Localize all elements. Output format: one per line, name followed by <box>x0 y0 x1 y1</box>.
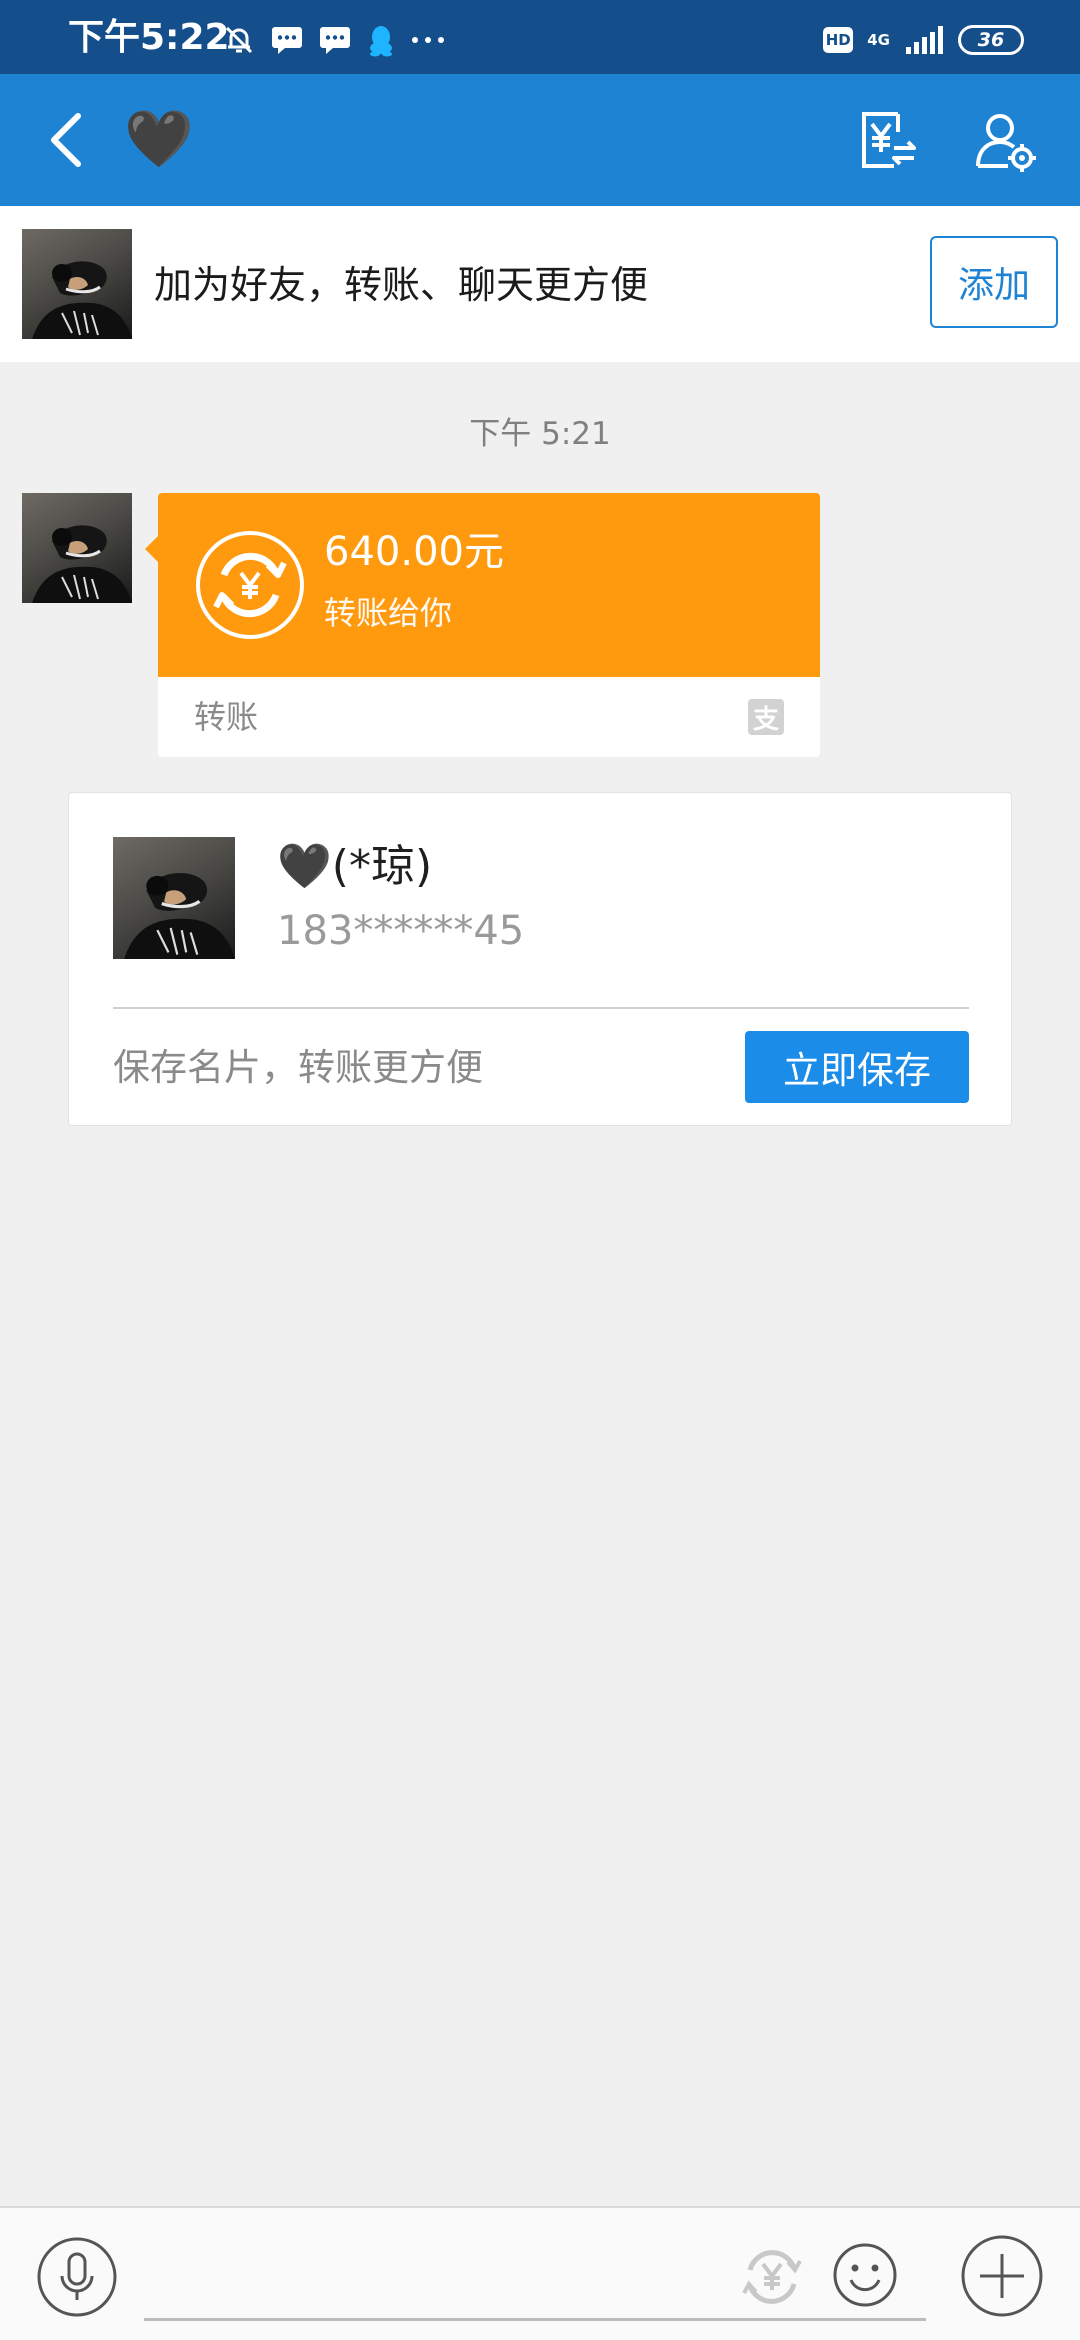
sender-avatar[interactable] <box>22 493 132 603</box>
muted-bell-icon <box>225 26 253 54</box>
contact-phone: 183******45 <box>277 908 525 954</box>
dog-photo-icon <box>32 261 132 339</box>
message-input[interactable] <box>144 2318 926 2321</box>
save-card-hint: 保存名片，转账更方便 <box>113 1046 483 1089</box>
alipay-icon: 支 <box>748 699 784 735</box>
transfer-amount: 640.00元 <box>324 529 504 575</box>
plus-icon[interactable] <box>960 2234 1044 2318</box>
microphone-icon[interactable] <box>36 2236 118 2318</box>
add-friend-prompt: 加为好友，转账、聊天更方便 <box>154 263 649 307</box>
battery-level: 36 <box>977 29 1005 51</box>
network-type: 4G <box>867 31 890 49</box>
status-time: 下午5:22 <box>68 17 230 58</box>
dog-photo-icon <box>32 525 132 603</box>
add-friend-button[interactable]: 添加 <box>930 236 1058 328</box>
avatar[interactable] <box>22 229 132 339</box>
input-bar <box>0 2206 1080 2340</box>
divider <box>113 1007 969 1009</box>
transfer-description: 转账给你 <box>324 594 453 632</box>
add-friend-banner: 加为好友，转账、聊天更方便 添加 <box>0 206 1080 362</box>
hd-badge: HD <box>823 27 854 53</box>
yuan-exchange-icon <box>196 531 304 639</box>
save-now-button[interactable]: 立即保存 <box>745 1031 969 1103</box>
transfer-header: 640.00元 转账给你 <box>145 493 820 677</box>
yuan-transfer-icon[interactable] <box>858 110 918 170</box>
network-label: 4G <box>867 32 890 48</box>
message-icon <box>272 27 302 54</box>
notification-icons <box>222 22 446 58</box>
signal-icon <box>906 26 943 54</box>
status-bar: 下午5:22 HD 4G 36 <box>0 0 1080 74</box>
system-icons: HD 4G 36 <box>823 22 1024 58</box>
message-icon <box>320 27 350 54</box>
chat-title: 🖤 <box>124 107 194 172</box>
dog-photo-icon <box>124 872 235 959</box>
contact-card: 🖤(*琼) 183******45 保存名片，转账更方便 立即保存 <box>68 792 1012 1126</box>
transfer-type-label: 转账 <box>194 698 259 736</box>
battery-icon: 36 <box>958 25 1024 55</box>
yuan-icon[interactable] <box>738 2242 806 2310</box>
qq-penguin-icon <box>370 26 392 57</box>
app-header: 🖤 <box>0 74 1080 206</box>
contact-avatar[interactable] <box>113 837 235 959</box>
transfer-footer: 转账 支 <box>158 677 820 757</box>
transfer-message[interactable]: 640.00元 转账给你 转账 支 <box>145 493 820 757</box>
message-timestamp: 下午 5:21 <box>469 416 611 452</box>
back-icon[interactable] <box>40 108 96 172</box>
user-settings-icon[interactable] <box>974 110 1036 172</box>
emoji-icon[interactable] <box>832 2242 898 2308</box>
more-notifications-icon <box>412 37 444 43</box>
contact-name: 🖤(*琼) <box>277 841 433 892</box>
